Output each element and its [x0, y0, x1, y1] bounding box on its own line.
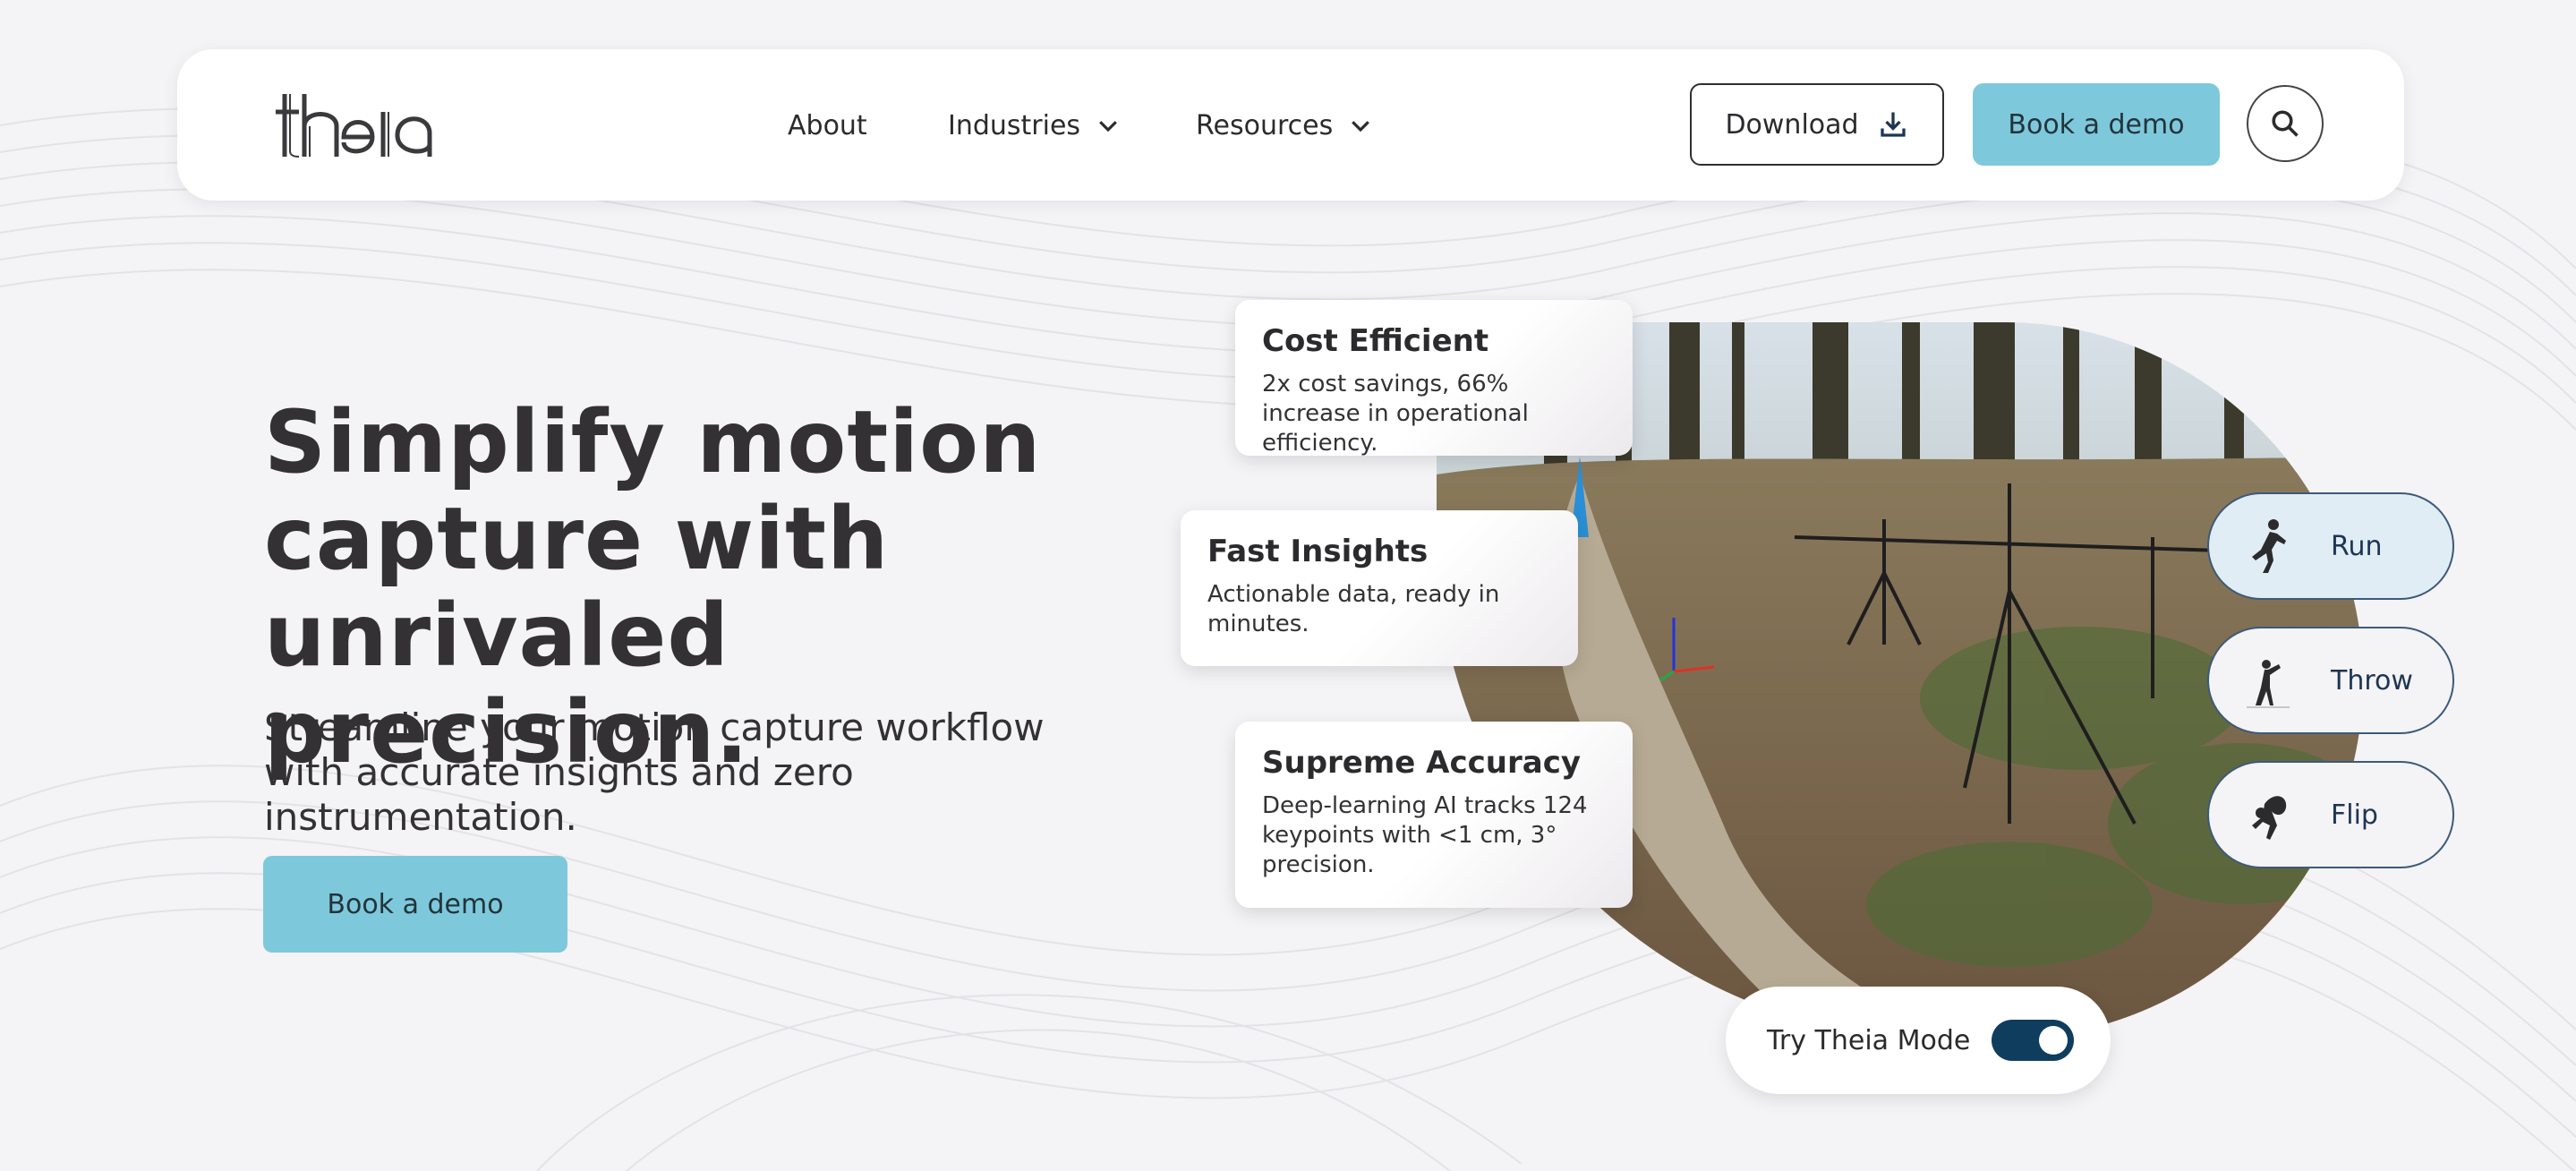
- feature-card-desc: 2x cost savings, 66% increase in operati…: [1262, 371, 1529, 457]
- search-button[interactable]: [2247, 85, 2324, 162]
- download-button[interactable]: Download: [1690, 83, 1944, 166]
- toggle-knob: [2039, 1026, 2068, 1055]
- activity-flip-button[interactable]: Flip: [2207, 761, 2454, 868]
- thrower-icon: [2247, 660, 2290, 708]
- feature-card-title: Fast Insights: [1207, 534, 1429, 569]
- activity-throw-button[interactable]: Throw: [2207, 627, 2454, 734]
- download-icon: [1880, 112, 1906, 137]
- feature-card-title: Cost Efficient: [1262, 323, 1489, 359]
- nav-about-label: About: [788, 109, 867, 141]
- nav-about[interactable]: About: [788, 103, 867, 148]
- search-icon: [2272, 110, 2299, 137]
- nav-industries[interactable]: Industries: [948, 103, 1122, 148]
- chevron-down-icon: [1352, 121, 1370, 132]
- activity-throw-label: Throw: [2331, 664, 2413, 697]
- feature-card-desc: Actionable data, ready in minutes.: [1207, 581, 1500, 637]
- theia-logo[interactable]: theia: [272, 90, 465, 162]
- feature-card-cost-efficient: Cost Efficient 2x cost savings, 66% incr…: [1235, 300, 1633, 457]
- nav-industries-label: Industries: [948, 109, 1081, 141]
- book-demo-button-hero[interactable]: Book a demo: [263, 856, 567, 953]
- book-demo-button-header[interactable]: Book a demo: [1973, 83, 2220, 166]
- hero-subtitle: Streamline your motion capture workflow …: [264, 705, 1045, 839]
- activity-flip-label: Flip: [2331, 799, 2378, 831]
- nav-resources[interactable]: Resources: [1196, 103, 1374, 148]
- feature-card-supreme-accuracy: Supreme Accuracy Deep-learning AI tracks…: [1235, 722, 1633, 908]
- activity-run-button[interactable]: Run: [2207, 492, 2454, 600]
- nav-resources-label: Resources: [1196, 109, 1334, 141]
- chevron-down-icon: [1099, 121, 1117, 132]
- theia-mode-toggle-label: Try Theia Mode: [1767, 1024, 1971, 1056]
- site-header: theia About Industries Resources Downloa…: [177, 49, 2404, 201]
- activity-run-label: Run: [2331, 530, 2383, 562]
- theia-mode-toggle[interactable]: [1992, 1020, 2075, 1061]
- feature-card-desc: Deep-learning AI tracks 124 keypoints wi…: [1262, 792, 1588, 878]
- theia-mode-toggle-container: Try Theia Mode: [1726, 987, 2111, 1094]
- book-demo-button-label: Book a demo: [2008, 108, 2185, 141]
- feature-card-fast-insights: Fast Insights Actionable data, ready in …: [1181, 510, 1578, 666]
- flip-icon: [2252, 796, 2287, 840]
- feature-card-title: Supreme Accuracy: [1262, 745, 1582, 781]
- download-button-label: Download: [1725, 108, 1859, 141]
- book-demo-button-label: Book a demo: [327, 888, 504, 920]
- runner-icon: [2252, 519, 2286, 573]
